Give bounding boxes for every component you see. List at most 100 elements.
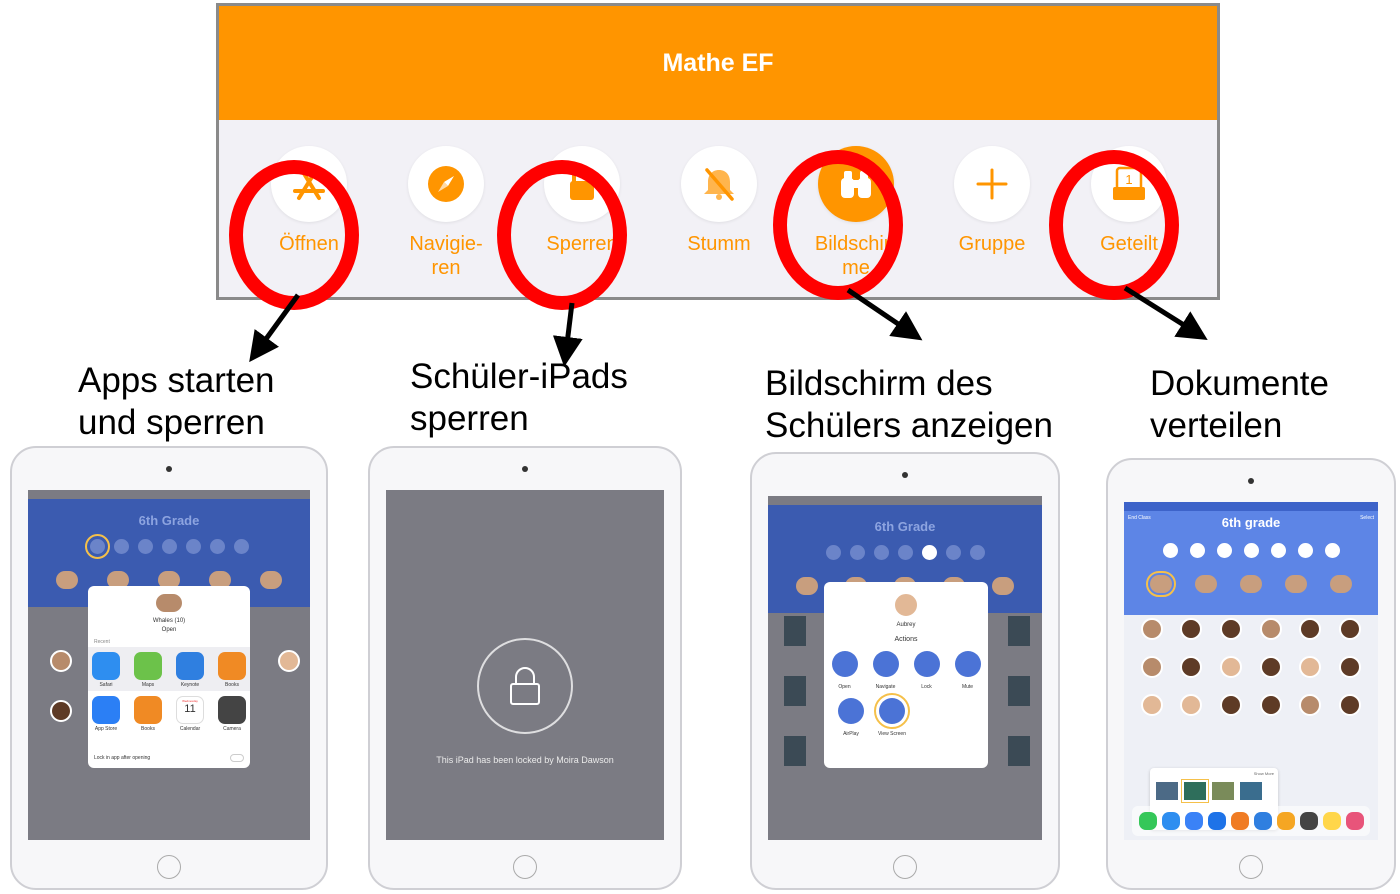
ipad-screen: End Class Select 6th grade Show More — [1124, 502, 1378, 840]
student-avatar[interactable] — [50, 700, 72, 722]
caption-screens-line1: Bildschirm des — [765, 364, 993, 403]
group-dolphins[interactable] — [1239, 575, 1262, 593]
pages-icon[interactable] — [1230, 812, 1249, 830]
student-avatar[interactable] — [50, 650, 72, 672]
pencil-app-icon[interactable] — [1276, 812, 1295, 830]
caption-lock-line2: sperren — [410, 399, 529, 438]
group-whales[interactable] — [1330, 575, 1353, 593]
maps-icon[interactable] — [134, 652, 162, 680]
class-title: 6th grade — [1221, 515, 1281, 530]
plus-icon — [954, 146, 1030, 222]
student-screen-thumb[interactable] — [1008, 736, 1030, 766]
ipad-locked: This iPad has been locked by Moira Dawso… — [368, 446, 682, 890]
caption-apps-line1: Apps starten — [78, 361, 275, 400]
actions-label: Actions — [894, 636, 918, 643]
action-open[interactable] — [831, 651, 858, 677]
tool-group[interactable]: Gruppe — [927, 146, 1057, 256]
student-screen-thumb[interactable] — [784, 736, 806, 766]
home-button — [1239, 855, 1263, 879]
photos-icon[interactable] — [1345, 812, 1364, 830]
caption-docs-line2: verteilen — [1150, 406, 1283, 445]
action-mute[interactable] — [954, 651, 981, 677]
caption-screens: Bildschirm des Schülers anzeigen — [765, 363, 1053, 447]
camera-dot — [522, 466, 528, 472]
open-app-sheet: Whales (10) Open Recent Safari Maps Keyn… — [88, 586, 250, 768]
ipad-screen: 6th Grade Aubrey Actions Open Navigate L… — [768, 496, 1042, 840]
student-avatar[interactable] — [278, 650, 300, 672]
app-store-icon[interactable] — [92, 696, 120, 724]
tool-mute-label: Stumm — [687, 233, 751, 255]
student-screen-thumb[interactable] — [1008, 676, 1030, 706]
highlight-ring-lock — [497, 160, 627, 310]
file-thumb[interactable] — [1240, 782, 1262, 800]
ipad-open-apps: 6th Grade Whales (10) Open Recent Safari… — [10, 446, 328, 890]
group-avatar — [154, 592, 184, 614]
caption-docs: Dokumente verteilen — [1150, 363, 1329, 447]
tool-group-label: Gruppe — [958, 233, 1026, 255]
open-tool-mini[interactable] — [84, 534, 110, 559]
student-screen-thumb[interactable] — [1008, 616, 1030, 646]
tool-mute[interactable]: Stumm — [654, 146, 784, 256]
safari-icon[interactable] — [92, 652, 120, 680]
lock-screen: This iPad has been locked by Moira Dawso… — [386, 490, 664, 840]
tool-navigate[interactable]: Navigie- ren — [381, 146, 511, 280]
safari-icon[interactable] — [1161, 812, 1180, 830]
keynote-icon[interactable] — [176, 652, 204, 680]
recent-label: Recent — [94, 639, 110, 645]
file-thumb[interactable] — [1156, 782, 1178, 800]
books-icon[interactable] — [218, 652, 246, 680]
lock-option-label: Lock in app after opening — [94, 755, 151, 761]
screens-tool-mini[interactable] — [921, 545, 937, 560]
caption-apps: Apps starten und sperren — [78, 360, 275, 444]
caption-lock: Schüler-iPads sperren — [410, 356, 628, 440]
caption-lock-line1: Schüler-iPads — [410, 357, 628, 396]
arrow-lock — [552, 302, 583, 367]
group-all[interactable] — [1145, 571, 1176, 597]
action-navigate[interactable] — [872, 651, 899, 677]
lock-message: This iPad has been locked by Moira Dawso… — [436, 755, 614, 765]
class-title: 6th Grade — [138, 513, 200, 528]
messages-icon[interactable] — [1138, 812, 1157, 830]
student-screen-thumb[interactable] — [784, 676, 806, 706]
highlight-ring-open — [229, 160, 359, 310]
show-more-link[interactable]: Show More — [1254, 771, 1274, 776]
camera-dot — [902, 472, 908, 478]
mail-icon[interactable] — [1184, 812, 1203, 830]
camera-icon[interactable] — [218, 696, 246, 724]
lock-icon — [477, 638, 573, 734]
action-view-screen[interactable] — [874, 693, 910, 729]
group-otters[interactable] — [1285, 575, 1308, 593]
student-grid — [1132, 618, 1370, 716]
lock-option-toggle[interactable] — [230, 754, 244, 762]
camera-icon[interactable] — [1299, 812, 1318, 830]
notes-icon[interactable] — [1322, 812, 1341, 830]
keynote-icon[interactable] — [1253, 812, 1272, 830]
class-header: Mathe EF — [219, 6, 1217, 120]
student-actions-sheet: Aubrey Actions Open Navigate Lock Mute A… — [824, 582, 988, 768]
bell-slash-icon — [681, 146, 757, 222]
ipad-share-docs: End Class Select 6th grade Show More — [1106, 458, 1396, 890]
sheet-action: Open — [161, 627, 177, 633]
class-title: 6th Grade — [874, 519, 936, 534]
books-icon[interactable] — [134, 696, 162, 724]
action-airplay[interactable] — [838, 698, 864, 724]
student-screen-thumb[interactable] — [784, 616, 806, 646]
caption-apps-line2: und sperren — [78, 403, 265, 442]
file-thumb[interactable] — [1181, 779, 1209, 803]
file-thumb[interactable] — [1212, 782, 1234, 800]
group-safari[interactable] — [1194, 575, 1217, 593]
dock — [1132, 806, 1370, 836]
tool-navigate-label: Navigie- ren — [409, 233, 483, 279]
highlight-ring-screens — [773, 150, 903, 300]
caption-docs-line1: Dokumente — [1150, 364, 1329, 403]
action-lock[interactable] — [913, 651, 940, 677]
home-button — [157, 855, 181, 879]
calendar-icon[interactable]: Wednesday 11 — [176, 696, 204, 724]
student-name: Aubrey — [896, 622, 916, 628]
ipad-view-screens: 6th Grade Aubrey Actions Open Navigate L… — [750, 452, 1060, 890]
files-icon[interactable] — [1207, 812, 1226, 830]
home-button — [893, 855, 917, 879]
sheet-title: Whales (10) — [152, 618, 186, 624]
highlight-ring-shared — [1049, 150, 1179, 300]
ipad-screen: 6th Grade Whales (10) Open Recent Safari… — [28, 490, 310, 840]
